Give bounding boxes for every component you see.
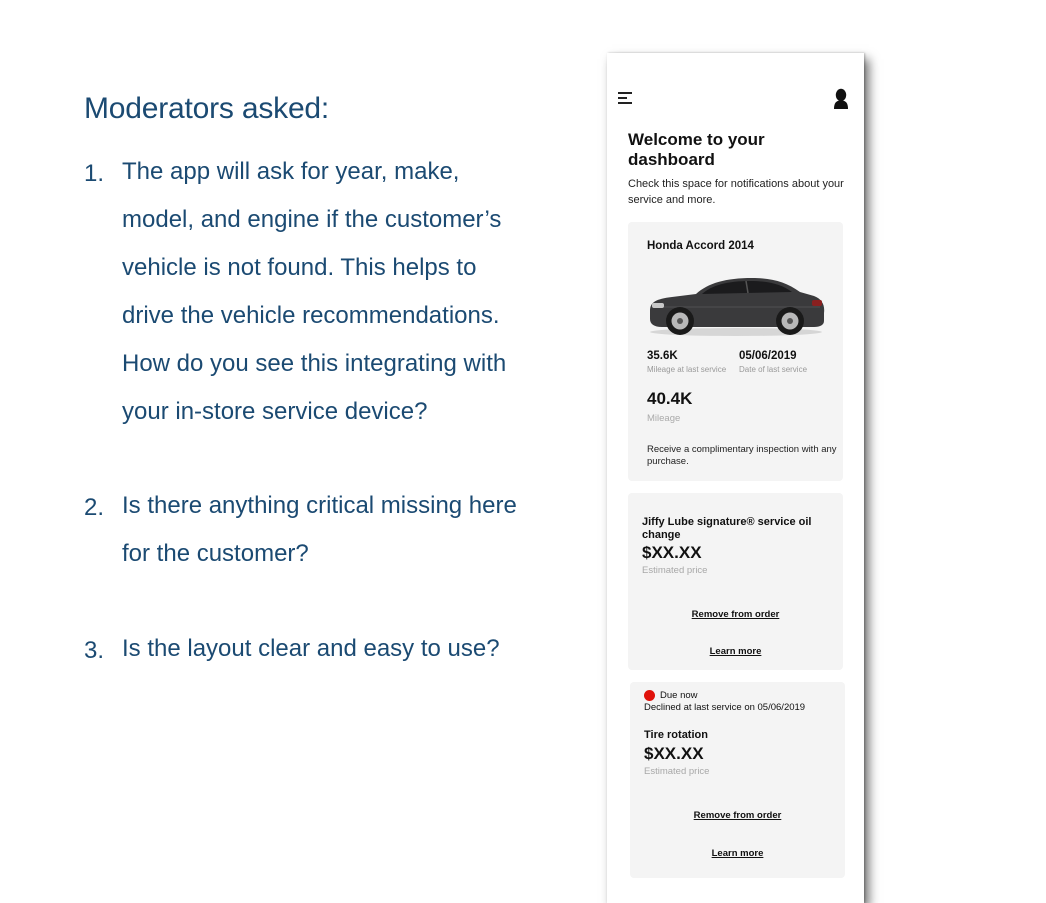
question-text: Is there anything critical missing here … — [122, 494, 562, 590]
question-line: vehicle is not found. This helps to — [122, 254, 477, 281]
mileage-last-service-label: Mileage at last service — [647, 365, 727, 374]
promo-text: Receive a complimentary inspection with … — [647, 444, 837, 467]
car-image — [642, 269, 826, 339]
question-text: The app will ask for year, make, model, … — [122, 160, 562, 448]
tire-rotation-card: Due now Declined at last service on 05/0… — [630, 682, 845, 878]
remove-from-order-link[interactable]: Remove from order — [630, 810, 845, 821]
remove-from-order-link[interactable]: Remove from order — [628, 609, 843, 620]
service-name: Tire rotation — [644, 729, 708, 741]
user-silhouette-icon[interactable] — [831, 88, 851, 110]
page-subtitle: Check this space for notifications about… — [628, 178, 844, 206]
question-text: Is the layout clear and easy to use? — [122, 637, 562, 685]
date-last-service-value: 05/06/2019 — [739, 350, 797, 362]
question-line: The app will ask for year, make, — [122, 158, 460, 185]
service-price: $XX.XX — [644, 744, 704, 763]
price-label: Estimated price — [642, 565, 708, 576]
page-title: Welcome to your dashboard — [628, 130, 765, 169]
menu-icon[interactable] — [618, 92, 634, 106]
phone-mockup: Welcome to your dashboard Check this spa… — [607, 53, 864, 903]
question-number: 1. — [84, 160, 105, 187]
learn-more-link[interactable]: Learn more — [628, 646, 843, 657]
service-price: $XX.XX — [642, 543, 702, 562]
question-line: Is there anything critical missing here — [122, 492, 517, 519]
mileage-label: Mileage — [647, 413, 681, 424]
vehicle-name: Honda Accord 2014 — [647, 240, 754, 252]
learn-more-link[interactable]: Learn more — [630, 848, 845, 859]
question-line: drive the vehicle recommendations. — [122, 302, 500, 329]
question-line: Is the layout clear and easy to use? — [122, 635, 500, 662]
question-line: for the customer? — [122, 540, 309, 567]
slide-title: Moderators asked: — [84, 92, 330, 125]
date-last-service-label: Date of last service — [739, 365, 808, 374]
service-name: Jiffy Lube signature® service oil change — [642, 516, 812, 541]
price-label: Estimated price — [644, 766, 710, 777]
question-number: 2. — [84, 494, 105, 521]
question-line: How do you see this integrating with — [122, 350, 507, 377]
due-status: Due now — [660, 690, 698, 701]
mileage-value: 40.4K — [647, 389, 693, 408]
mileage-last-service-value: 35.6K — [647, 350, 678, 362]
vehicle-card[interactable]: Honda Accord 2014 35.6K Mileage at last … — [628, 222, 843, 481]
question-line: your in-store service device? — [122, 398, 428, 425]
question-number: 3. — [84, 637, 105, 664]
oil-change-card: Jiffy Lube signature® service oil change… — [628, 493, 843, 670]
due-status-dot — [644, 690, 655, 701]
declined-note: Declined at last service on 05/06/2019 — [644, 702, 806, 713]
question-line: model, and engine if the customer’s — [122, 206, 502, 233]
